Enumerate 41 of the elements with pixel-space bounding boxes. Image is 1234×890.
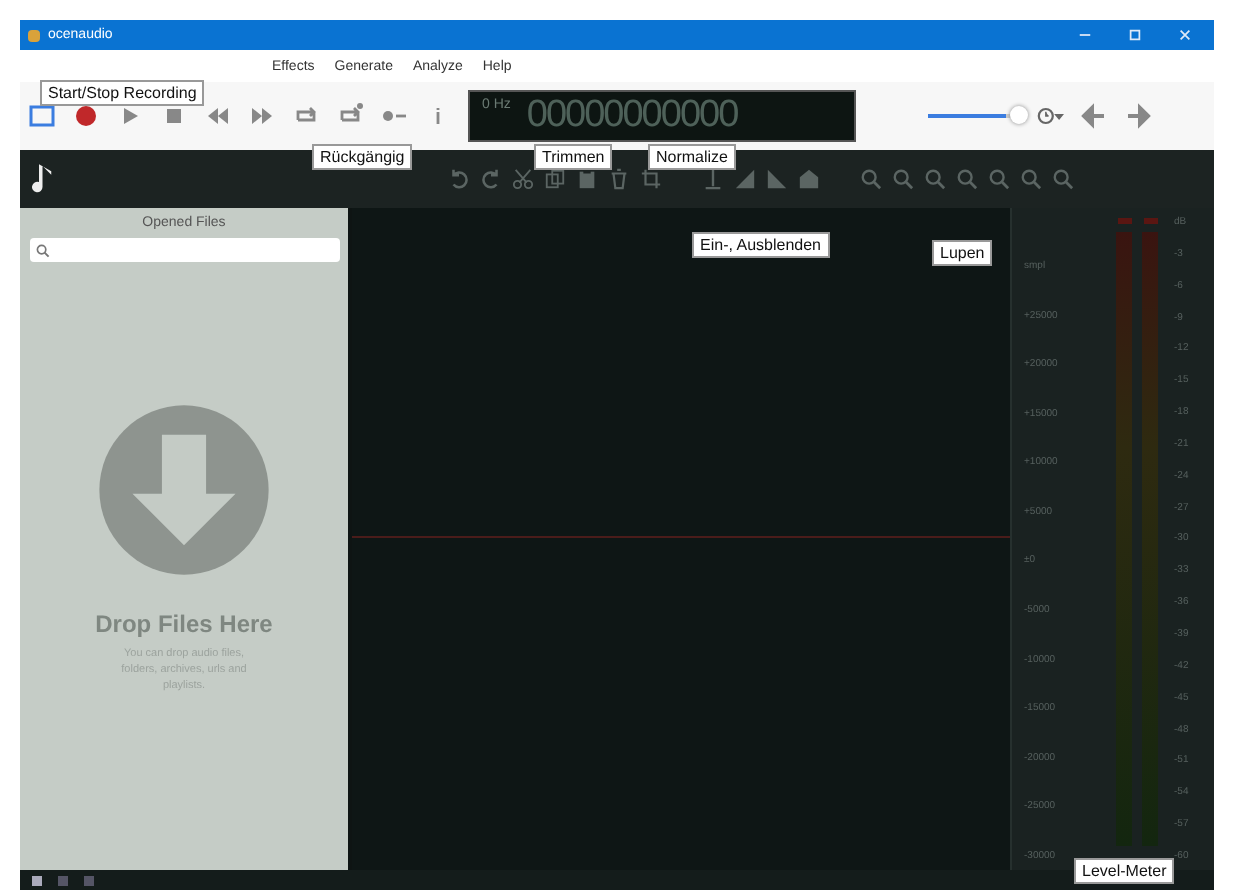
copy-icon[interactable] [544, 168, 566, 190]
time-counter: 00000000000 [526, 94, 738, 138]
callout-label: Rückgängig [312, 144, 413, 170]
normalize-icon[interactable] [702, 168, 724, 190]
zoom-icon[interactable] [924, 168, 946, 190]
callout-label: Ein-, Ausblenden [692, 232, 829, 258]
scissors-icon[interactable] [512, 168, 534, 190]
redo-icon[interactable] [480, 168, 502, 190]
zoom-icon[interactable] [1020, 168, 1042, 190]
view-icon[interactable] [32, 875, 42, 885]
callout-label: Normalize [648, 144, 737, 170]
zoom-icon[interactable] [892, 168, 914, 190]
effect-icon[interactable] [798, 168, 820, 190]
fast-forward-icon[interactable] [248, 102, 276, 130]
callout-label: Level-Meter [1074, 858, 1175, 884]
callout-label: Lupen [932, 240, 993, 266]
square-icon[interactable] [28, 102, 56, 130]
minimize-icon[interactable] [1078, 28, 1092, 42]
crop-icon[interactable] [640, 168, 662, 190]
zoom-icon[interactable] [860, 168, 882, 190]
paste-icon[interactable] [576, 168, 598, 190]
clock-icon[interactable] [1036, 102, 1064, 130]
drop-title: Drop Files Here [95, 610, 273, 638]
callout-label: Start/Stop Recording [40, 80, 205, 106]
record-icon[interactable] [72, 102, 100, 130]
app-icon [28, 29, 40, 41]
rewind-icon[interactable] [204, 102, 232, 130]
forward-arrow-icon[interactable] [1124, 102, 1152, 130]
fade-in-icon[interactable] [734, 168, 756, 190]
zoom-icon[interactable] [956, 168, 978, 190]
trash-icon[interactable] [608, 168, 630, 190]
zoom-icon[interactable] [988, 168, 1010, 190]
callout-label: Trimmen [534, 144, 613, 170]
search-icon [35, 243, 49, 257]
back-arrow-icon[interactable] [1080, 102, 1108, 130]
fade-out-icon[interactable] [766, 168, 788, 190]
undo-icon[interactable] [448, 168, 470, 190]
zoom-icon[interactable] [1052, 168, 1074, 190]
maximize-icon[interactable] [1128, 28, 1142, 42]
close-icon[interactable] [1178, 28, 1192, 42]
search-field[interactable] [29, 238, 339, 262]
